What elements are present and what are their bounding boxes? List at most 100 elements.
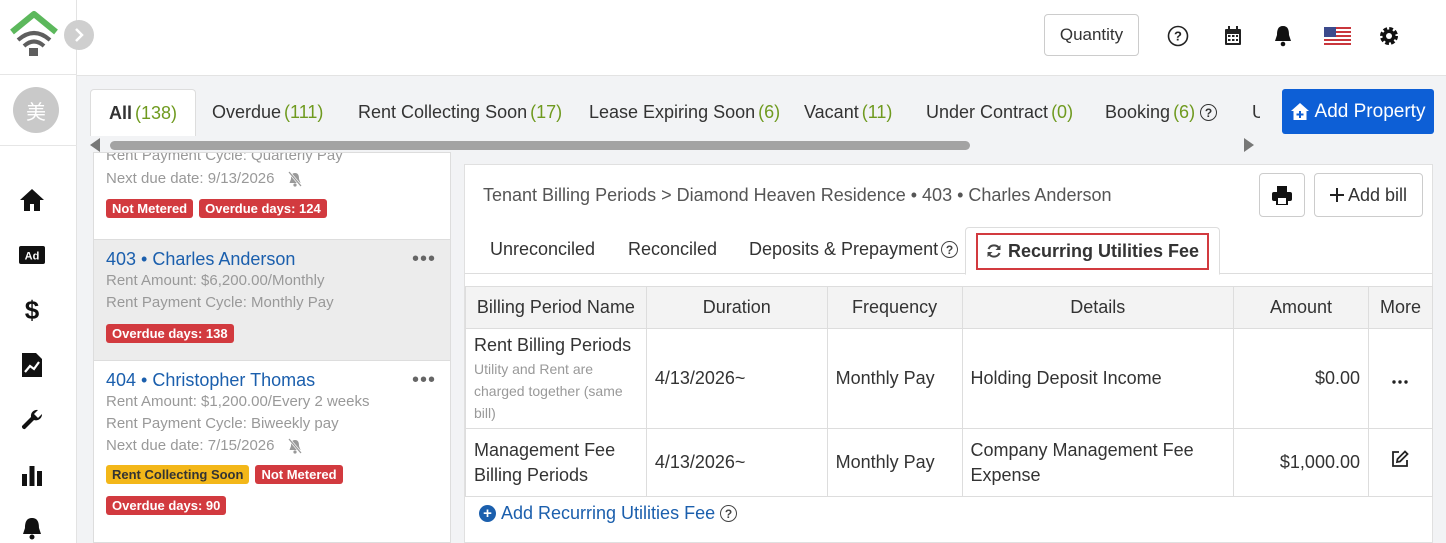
tab-count: (17) bbox=[530, 102, 563, 122]
more-cell bbox=[1367, 328, 1434, 429]
us-flag-icon[interactable] bbox=[1323, 24, 1351, 48]
table-row[interactable]: Management Fee Billing Periods 4/13/2026… bbox=[465, 428, 1434, 497]
scrollbar-thumb[interactable] bbox=[110, 141, 970, 150]
breadcrumb[interactable]: Tenant Billing Periods > Diamond Heaven … bbox=[483, 185, 1111, 206]
tab-recurring-utilities-fee[interactable]: Recurring Utilities Fee bbox=[965, 227, 1221, 275]
duration-cell: 4/13/2026~ bbox=[645, 328, 828, 429]
column-header[interactable]: Details bbox=[961, 286, 1235, 329]
calendar-icon[interactable] bbox=[1221, 24, 1245, 48]
details-cell: Company Management Fee Expense bbox=[961, 428, 1235, 497]
tab-count: (6) bbox=[1173, 102, 1196, 122]
wifi-home-logo-icon[interactable] bbox=[8, 10, 60, 58]
status-badge: Overdue days: 90 bbox=[106, 496, 227, 515]
tab-label: U bbox=[1252, 102, 1260, 122]
bell-off-icon[interactable] bbox=[287, 171, 303, 187]
tab-under-contract[interactable]: Under Contract (0) bbox=[926, 89, 1073, 136]
bell-icon[interactable] bbox=[1271, 24, 1295, 48]
help-icon[interactable]: ? bbox=[941, 241, 959, 258]
status-badge: Rent Collecting Soon bbox=[106, 465, 250, 484]
billing-panel: Tenant Billing Periods > Diamond Heaven … bbox=[464, 164, 1434, 543]
billing-tabs: Unreconciled Reconciled Deposits & Prepa… bbox=[465, 227, 1432, 275]
rent-cycle: Rent Payment Cycle: Quarterly Pay bbox=[106, 153, 343, 164]
ad-icon[interactable]: Ad bbox=[18, 241, 46, 269]
tab-label: All bbox=[109, 102, 133, 123]
tab-count: (11) bbox=[861, 102, 893, 122]
more-options-icon[interactable]: ••• bbox=[412, 248, 436, 271]
column-header[interactable]: More bbox=[1367, 286, 1434, 329]
column-header[interactable]: Billing Period Name bbox=[465, 286, 647, 329]
bar-chart-icon[interactable] bbox=[18, 461, 46, 489]
rent-cycle: Rent Payment Cycle: Biweekly pay bbox=[106, 415, 339, 432]
status-badge: Not Metered bbox=[255, 465, 343, 484]
tab-truncated[interactable]: U bbox=[1252, 89, 1260, 136]
column-header[interactable]: Amount bbox=[1233, 286, 1369, 329]
tab-all[interactable]: All (138) bbox=[90, 89, 197, 136]
bell-off-icon[interactable] bbox=[287, 438, 303, 454]
tenant-name[interactable]: Christopher Thomas bbox=[152, 370, 315, 390]
tab-unreconciled[interactable]: Unreconciled bbox=[490, 239, 595, 260]
expand-sidebar-button[interactable] bbox=[64, 20, 94, 50]
report-icon[interactable] bbox=[18, 351, 46, 379]
rent-amount: Rent Amount: $1,200.00/Every 2 weeks bbox=[106, 393, 370, 410]
tab-label: Under Contract bbox=[926, 102, 1049, 122]
house-plus-icon bbox=[1290, 103, 1309, 120]
unit-number[interactable]: 404 bbox=[106, 370, 136, 390]
tenant-name[interactable]: Charles Anderson bbox=[152, 249, 295, 269]
tab-label: Deposits & Prepayment bbox=[749, 239, 939, 259]
more-options-icon[interactable]: ••• bbox=[412, 369, 436, 392]
avatar[interactable]: 美 bbox=[13, 87, 59, 133]
svg-text:Ad: Ad bbox=[25, 251, 40, 263]
billing-periods-table: Billing Period Name Duration Frequency D… bbox=[465, 286, 1434, 497]
dollar-icon[interactable]: $ bbox=[18, 296, 46, 324]
table-row[interactable]: Rent Billing Periods Utility and Rent ar… bbox=[465, 328, 1434, 429]
wrench-icon[interactable] bbox=[18, 406, 46, 434]
tab-reconciled[interactable]: Reconciled bbox=[628, 239, 717, 260]
printer-icon bbox=[1272, 185, 1292, 205]
help-icon[interactable]: ? bbox=[720, 505, 738, 522]
add-property-button[interactable]: Add Property bbox=[1282, 89, 1434, 134]
tenant-list[interactable]: Rent Payment Cycle: Quarterly Pay Next d… bbox=[93, 152, 451, 543]
tab-lease-expiring-soon[interactable]: Lease Expiring Soon (6) bbox=[589, 89, 780, 136]
column-header[interactable]: Duration bbox=[645, 286, 828, 329]
plus-circle-icon: + bbox=[479, 505, 496, 522]
list-item[interactable]: Rent Payment Cycle: Quarterly Pay Next d… bbox=[94, 153, 450, 240]
plus-icon bbox=[1329, 188, 1344, 202]
help-icon[interactable]: ? bbox=[1200, 104, 1218, 121]
tab-booking[interactable]: Booking (6) ? bbox=[1105, 89, 1218, 136]
svg-text:?: ? bbox=[1174, 29, 1182, 44]
quantity-button[interactable]: Quantity bbox=[1044, 14, 1139, 56]
divider bbox=[0, 145, 77, 146]
column-header[interactable]: Frequency bbox=[826, 286, 963, 329]
list-item[interactable]: 403 • Charles Anderson ••• Rent Amount: … bbox=[94, 240, 450, 361]
billing-period-name: Rent Billing Periods bbox=[474, 335, 632, 355]
tabs-scrollbar[interactable] bbox=[90, 137, 1260, 153]
gear-icon[interactable] bbox=[1377, 24, 1401, 48]
unit-number[interactable]: 403 bbox=[106, 249, 136, 269]
tab-deposits-prepayment[interactable]: Deposits & Prepayment ? bbox=[749, 239, 959, 260]
print-button[interactable] bbox=[1259, 173, 1305, 217]
more-cell bbox=[1367, 428, 1434, 497]
refresh-icon bbox=[987, 244, 1001, 258]
edit-icon[interactable] bbox=[1391, 450, 1410, 468]
tab-count: (0) bbox=[1051, 102, 1074, 122]
frequency-cell: Monthly Pay bbox=[826, 428, 963, 497]
tab-vacant[interactable]: Vacant (11) bbox=[804, 89, 892, 136]
tab-label: Overdue bbox=[212, 102, 282, 122]
amount-cell: $1,000.00 bbox=[1233, 428, 1369, 497]
add-recurring-utilities-fee-link[interactable]: + Add Recurring Utilities Fee ? bbox=[479, 503, 738, 524]
status-badge: Overdue days: 138 bbox=[106, 324, 234, 343]
more-options-icon[interactable] bbox=[1392, 380, 1409, 384]
help-icon[interactable]: ? bbox=[1166, 24, 1190, 48]
home-icon[interactable] bbox=[18, 186, 46, 214]
list-item[interactable]: 404 • Christopher Thomas ••• Rent Amount… bbox=[94, 361, 450, 542]
scroll-right-icon[interactable] bbox=[1244, 138, 1254, 152]
amount-cell: $0.00 bbox=[1233, 328, 1369, 429]
tab-label: Recurring Utilities Fee bbox=[1008, 240, 1200, 261]
bell-icon[interactable] bbox=[18, 515, 46, 543]
details-cell: Holding Deposit Income bbox=[961, 328, 1235, 429]
tab-overdue[interactable]: Overdue (111) bbox=[212, 89, 323, 136]
add-bill-button[interactable]: Add bill bbox=[1314, 173, 1423, 217]
scroll-left-icon[interactable] bbox=[90, 138, 100, 152]
tab-rent-collecting-soon[interactable]: Rent Collecting Soon (17) bbox=[358, 89, 562, 136]
due-date: Next due date: 7/15/2026 bbox=[106, 437, 275, 454]
